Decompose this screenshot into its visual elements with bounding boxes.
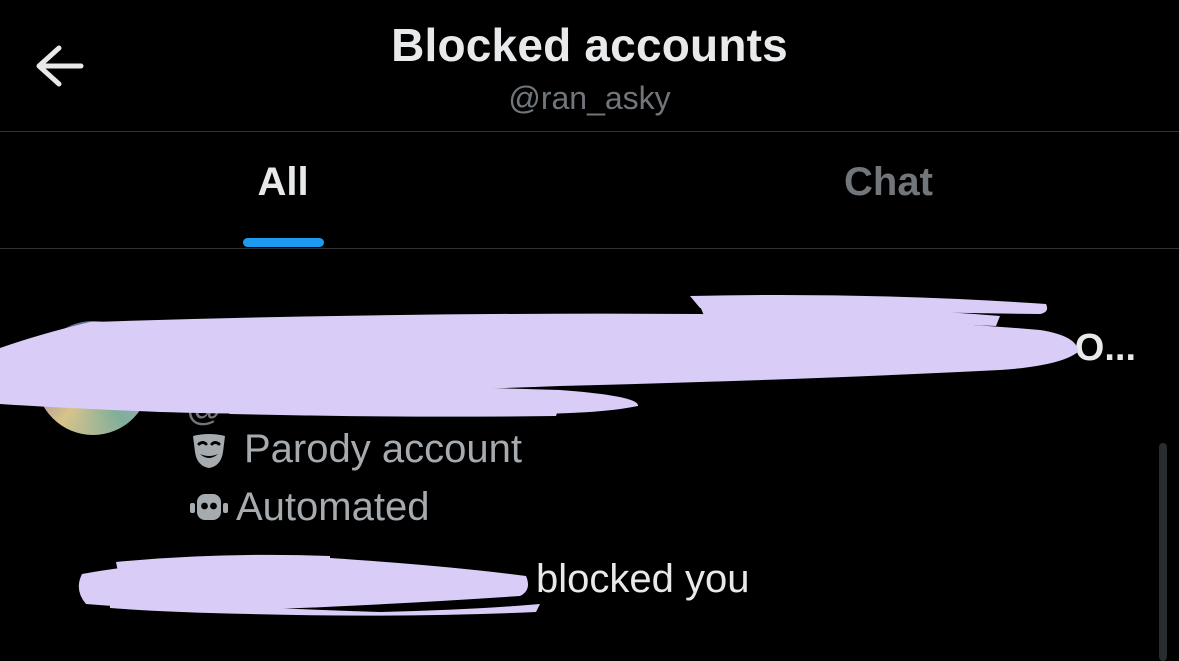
tab-chat-label: Chat (844, 159, 933, 204)
avatar[interactable] (36, 321, 150, 435)
parody-account-text: Parody account (244, 427, 522, 471)
automated-text: Automated (236, 485, 430, 529)
tab-chat[interactable]: Chat (566, 132, 1179, 248)
blocked-you-text: blocked you (536, 557, 750, 601)
page-subtitle-handle: @ran_asky (508, 80, 671, 116)
tab-bar: All Chat (0, 132, 1179, 249)
selected-tab-indicator (243, 238, 324, 247)
theater-mask-icon (186, 428, 232, 472)
account-display-name: O... (186, 327, 1136, 371)
top-app-bar: Blocked accounts @ran_asky (0, 0, 1179, 132)
account-handle: @ (186, 387, 223, 428)
tab-all[interactable]: All (0, 132, 566, 248)
blocked-account-row[interactable]: O... @ Parody account Automated blocked … (0, 249, 1179, 661)
robot-icon (186, 486, 232, 530)
display-name-truncated-tail: O... (1074, 327, 1136, 369)
scrollbar[interactable] (1159, 443, 1167, 661)
tab-all-label: All (257, 159, 309, 204)
page-title: Blocked accounts (391, 19, 788, 71)
parody-account-label: Parody account (186, 427, 522, 472)
automated-label: Automated (186, 485, 429, 530)
blocked-accounts-screen: Blocked accounts @ran_asky All Chat O...… (0, 0, 1179, 661)
